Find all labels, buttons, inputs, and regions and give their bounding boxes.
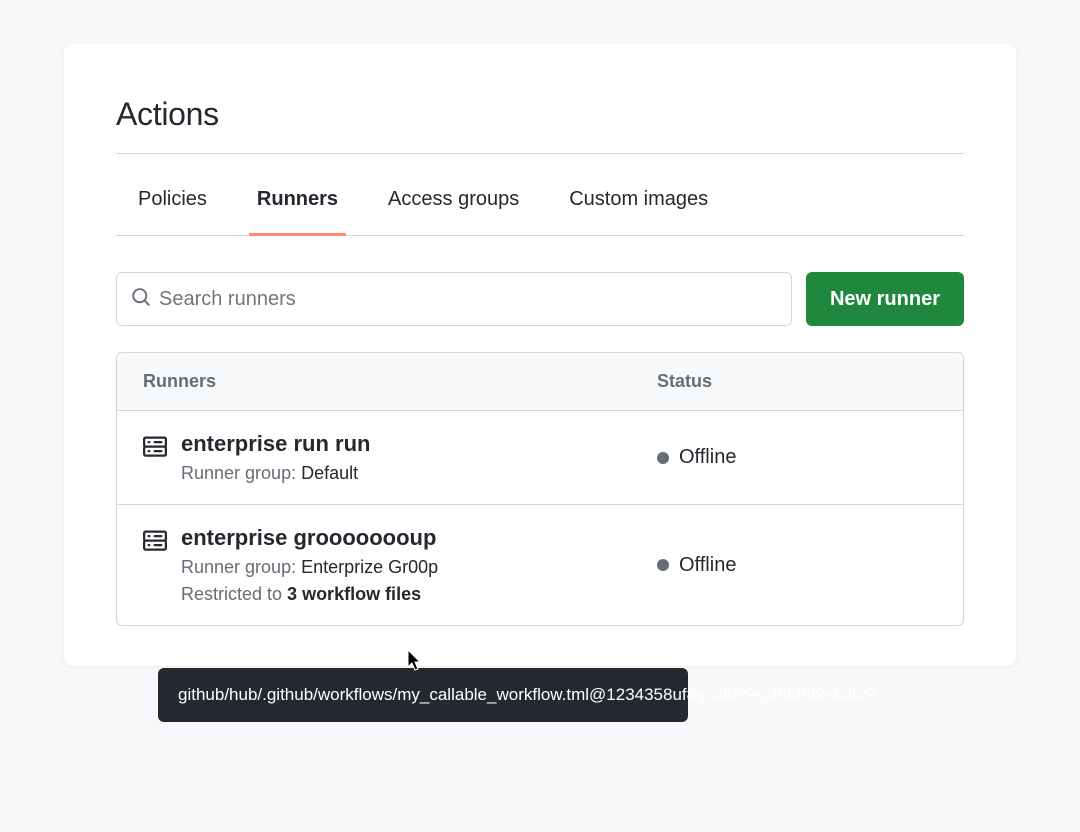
server-icon <box>143 529 167 558</box>
status-dot-icon <box>657 452 669 464</box>
table-row[interactable]: enterprise groooooooup Runner group: Ent… <box>117 505 963 625</box>
status-label: Offline <box>679 554 736 577</box>
search-row: New runner <box>116 272 964 326</box>
workflow-files-link[interactable]: 3 workflow files <box>287 584 421 604</box>
status-dot-icon <box>657 559 669 571</box>
server-icon <box>143 435 167 464</box>
table-header-status: Status <box>657 371 937 392</box>
search-box[interactable] <box>116 272 792 326</box>
page-title: Actions <box>116 96 964 154</box>
table-row[interactable]: enterprise run run Runner group: Default… <box>117 411 963 505</box>
table-header: Runners Status <box>117 353 963 411</box>
runner-restricted-line: Restricted to 3 workflow files <box>181 584 438 605</box>
tabs: Policies Runners Access groups Custom im… <box>116 162 964 236</box>
runner-group-line: Runner group: Default <box>181 463 370 484</box>
runner-name: enterprise run run <box>181 431 370 457</box>
status-label: Offline <box>679 446 736 469</box>
runner-group-line: Runner group: Enterprize Gr00p <box>181 557 438 578</box>
runner-text: enterprise run run Runner group: Default <box>181 431 370 484</box>
status-cell: Offline <box>657 554 937 577</box>
status-cell: Offline <box>657 446 937 469</box>
search-input[interactable] <box>159 288 777 311</box>
runners-table: Runners Status enterprise run run Runner… <box>116 352 964 626</box>
runner-text: enterprise groooooooup Runner group: Ent… <box>181 525 438 605</box>
runner-cell: enterprise groooooooup Runner group: Ent… <box>143 525 657 605</box>
tooltip: github/hub/.github/workflows/my_callable… <box>158 668 688 722</box>
tab-access-groups[interactable]: Access groups <box>388 162 519 235</box>
tab-custom-images[interactable]: Custom images <box>569 162 708 235</box>
tab-policies[interactable]: Policies <box>138 162 207 235</box>
search-icon <box>131 287 151 312</box>
tab-runners[interactable]: Runners <box>257 162 338 235</box>
runner-cell: enterprise run run Runner group: Default <box>143 431 657 484</box>
runner-name: enterprise groooooooup <box>181 525 438 551</box>
settings-card: Actions Policies Runners Access groups C… <box>64 44 1016 666</box>
table-header-runners: Runners <box>143 371 657 392</box>
new-runner-button[interactable]: New runner <box>806 272 964 326</box>
